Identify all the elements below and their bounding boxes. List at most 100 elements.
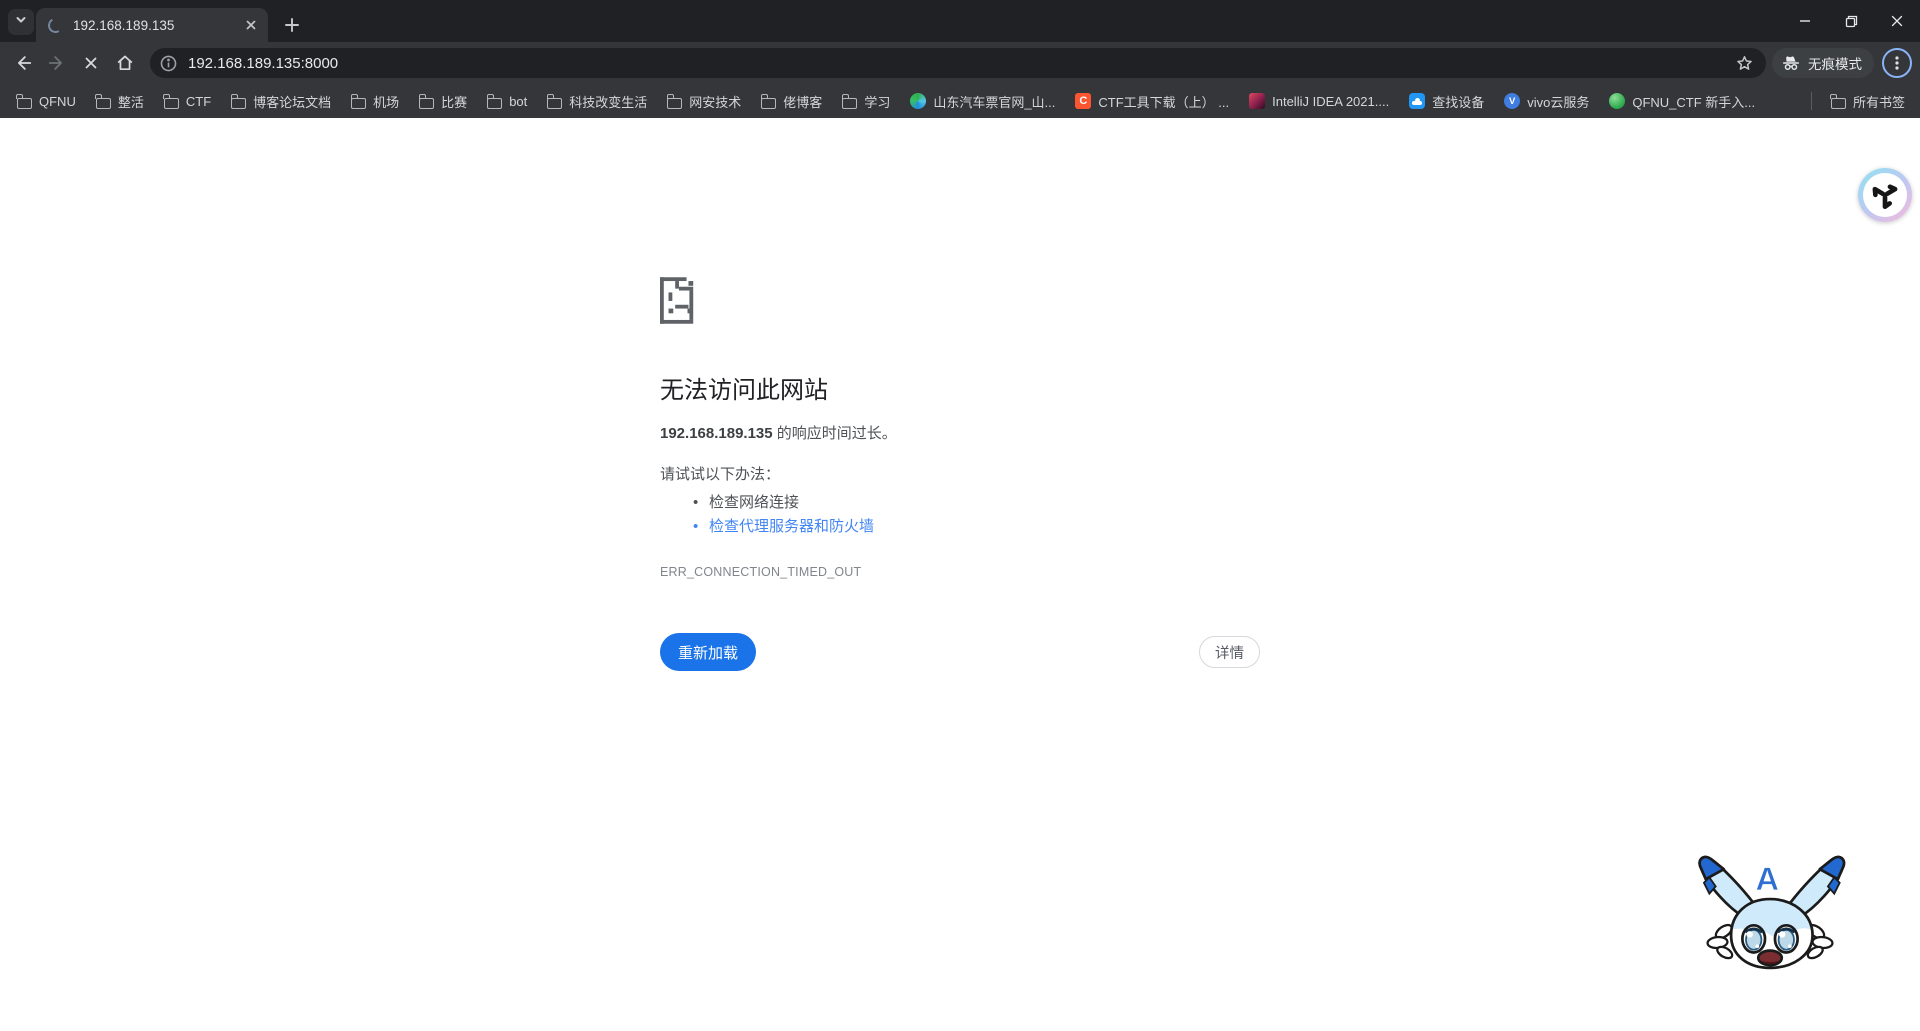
bookmark-favicon	[1609, 93, 1625, 109]
suggestions-list: 检查网络连接 检查代理服务器和防火墙	[660, 491, 1260, 539]
close-window-button[interactable]	[1874, 0, 1920, 42]
page-content: 无法访问此网站 192.168.189.135 的响应时间过长。 请试试以下办法…	[0, 118, 1920, 1031]
details-button[interactable]: 详情	[1199, 636, 1260, 668]
bookmark-label: 科技改变生活	[569, 92, 647, 111]
bookmark-item[interactable]: 网安技术	[660, 89, 748, 114]
all-bookmarks-button[interactable]: 所有书签	[1824, 89, 1912, 114]
error-actions: 重新加载 详情	[660, 633, 1260, 671]
mascot-image: A	[1684, 852, 1856, 973]
bookmark-item[interactable]: 科技改变生活	[540, 89, 654, 114]
bookmark-item[interactable]: 查找设备	[1402, 89, 1491, 114]
bookmark-favicon	[761, 98, 776, 109]
suggestions-heading: 请试试以下办法：	[660, 463, 1260, 484]
error-title: 无法访问此网站	[660, 370, 1260, 405]
bookmark-label: 查找设备	[1432, 92, 1484, 111]
bookmark-label: QFNU_CTF 新手入...	[1632, 92, 1755, 111]
bookmark-favicon	[910, 93, 926, 109]
error-host: 192.168.189.135	[660, 425, 773, 442]
forward-arrow-icon	[47, 53, 67, 73]
browser-window: 192.168.189.135	[0, 0, 1920, 1031]
stop-x-icon	[82, 54, 100, 72]
mascot-pet[interactable]: A	[1684, 852, 1856, 978]
incognito-icon	[1781, 53, 1801, 73]
bookmark-label: QFNU	[39, 94, 76, 109]
bookmark-favicon	[351, 98, 366, 109]
suggestion-item: 检查代理服务器和防火墙	[693, 515, 1260, 539]
bookmark-item[interactable]: CTF	[157, 91, 218, 112]
restore-icon	[1845, 15, 1858, 28]
home-button[interactable]	[109, 47, 141, 79]
bookmark-item[interactable]: QFNU	[10, 91, 83, 112]
new-tab-button[interactable]	[280, 13, 304, 37]
tab-search-button[interactable]	[8, 9, 34, 35]
back-button[interactable]	[7, 47, 39, 79]
bookmark-favicon	[667, 98, 682, 109]
address-bar[interactable]: 192.168.189.135:8000	[150, 48, 1766, 78]
bookmark-favicon	[231, 98, 246, 109]
reload-button[interactable]: 重新加载	[660, 633, 756, 671]
all-bookmarks-label: 所有书签	[1853, 92, 1905, 111]
mascot-letter: A	[1756, 861, 1780, 897]
bookmark-favicon	[96, 98, 111, 109]
title-bar: 192.168.189.135	[0, 0, 1920, 42]
bookmark-label: 学习	[864, 92, 890, 111]
site-info-button[interactable]	[156, 51, 180, 75]
bookmark-item[interactable]: 佬博客	[754, 89, 829, 114]
bookmark-label: CTF工具下载（上） ...	[1098, 92, 1229, 111]
close-icon	[244, 18, 258, 32]
restore-button[interactable]	[1828, 0, 1874, 42]
bookmark-label: 网安技术	[689, 92, 741, 111]
network-error-panel: 无法访问此网站 192.168.189.135 的响应时间过长。 请试试以下办法…	[660, 277, 1260, 671]
bookmark-favicon	[842, 98, 857, 109]
browser-menu-button[interactable]	[1882, 48, 1912, 78]
browser-tab[interactable]: 192.168.189.135	[36, 8, 268, 42]
bookmark-label: vivo云服务	[1527, 92, 1589, 111]
bookmark-favicon	[17, 98, 32, 109]
bookmark-label: IntelliJ IDEA 2021....	[1272, 94, 1389, 109]
folder-icon	[1831, 98, 1846, 109]
bookmark-items: QFNU 整活 CTF 博客论坛文档	[10, 89, 1805, 114]
bookmark-favicon	[1504, 93, 1520, 109]
bookmark-item[interactable]: 山东汽车票官网_山...	[903, 89, 1062, 114]
three-dot-menu-icon	[1889, 55, 1905, 71]
stop-loading-button[interactable]	[75, 47, 107, 79]
error-message-tail: 的响应时间过长。	[773, 425, 897, 442]
suggestion-text[interactable]: 检查代理服务器和防火墙	[709, 518, 874, 535]
bookmark-label: CTF	[186, 94, 211, 109]
bookmark-item[interactable]: 比赛	[412, 89, 474, 114]
minimize-icon	[1799, 15, 1811, 27]
bookmark-item[interactable]: CTF工具下载（上） ...	[1068, 89, 1236, 114]
bookmark-item[interactable]: 学习	[835, 89, 897, 114]
bookmark-label: 佬博客	[783, 92, 822, 111]
close-icon	[1891, 15, 1903, 27]
bookmark-item[interactable]: bot	[480, 91, 534, 112]
suggestion-item: 检查网络连接	[693, 491, 1260, 515]
error-message: 192.168.189.135 的响应时间过长。	[660, 422, 1260, 443]
bookmark-item[interactable]: vivo云服务	[1497, 89, 1596, 114]
url-input[interactable]: 192.168.189.135:8000	[188, 55, 1732, 72]
tab-close-button[interactable]	[242, 16, 260, 34]
bookmark-item[interactable]: 机场	[344, 89, 406, 114]
error-code: ERR_CONNECTION_TIMED_OUT	[660, 565, 1260, 579]
extension-logo-icon	[1863, 173, 1907, 217]
incognito-label: 无痕模式	[1808, 53, 1862, 73]
extension-floating-button[interactable]	[1858, 168, 1912, 222]
bookmark-item[interactable]: IntelliJ IDEA 2021....	[1242, 90, 1396, 112]
home-icon	[115, 53, 135, 73]
forward-button[interactable]	[41, 47, 73, 79]
bookmark-label: 山东汽车票官网_山...	[933, 92, 1055, 111]
bookmark-favicon	[547, 98, 562, 109]
bookmark-item[interactable]: 整活	[89, 89, 151, 114]
bookmark-label: bot	[509, 94, 527, 109]
chevron-down-icon	[13, 12, 29, 33]
bookmark-star-button[interactable]	[1732, 51, 1756, 75]
plus-icon	[283, 16, 301, 34]
bookmark-item[interactable]: QFNU_CTF 新手入...	[1602, 89, 1762, 114]
bookmark-item[interactable]: 博客论坛文档	[224, 89, 338, 114]
all-bookmarks-section: 所有书签	[1805, 89, 1912, 114]
bookmark-favicon	[1409, 93, 1425, 109]
bookmark-label: 整活	[118, 92, 144, 111]
minimize-button[interactable]	[1782, 0, 1828, 42]
loading-spinner-icon	[46, 16, 64, 34]
info-icon	[159, 54, 178, 73]
